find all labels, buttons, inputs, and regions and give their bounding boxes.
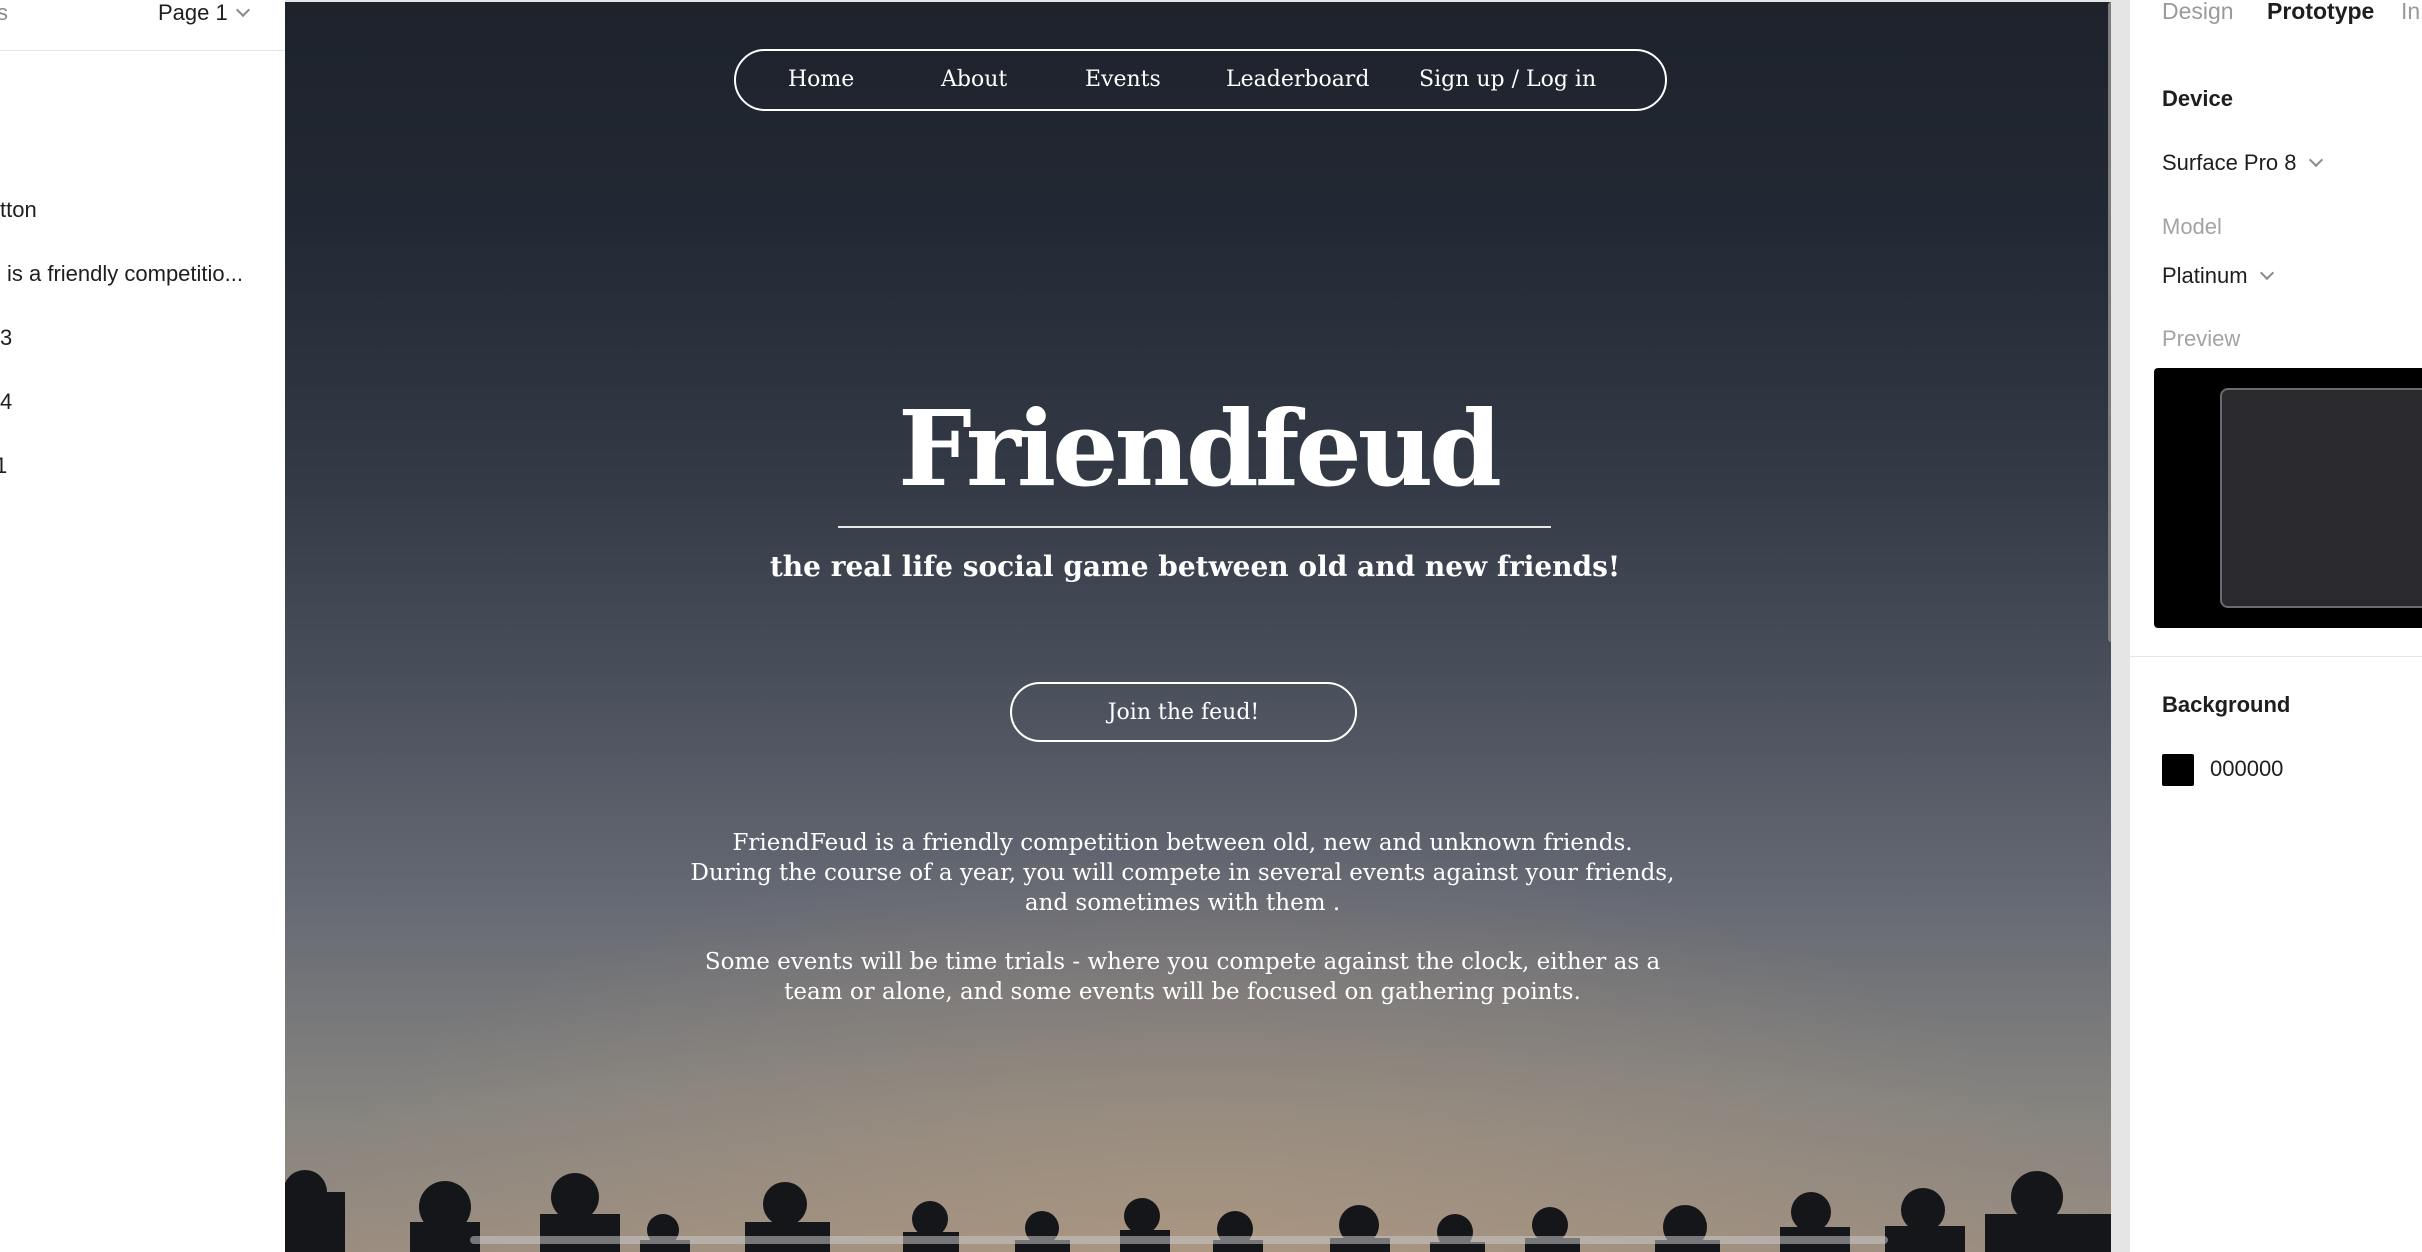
layers-header: s Page 1 — [0, 0, 285, 51]
model-dropdown[interactable]: Platinum — [2162, 263, 2274, 289]
description-line: During the course of a year, you will co… — [690, 860, 1675, 886]
hero-title: Friendfeud — [897, 387, 1502, 510]
tab-assets-partial[interactable]: s — [0, 0, 8, 26]
panel-tabs: Design Prototype In — [2130, 0, 2422, 50]
hero-divider — [838, 526, 1551, 528]
description-line: FriendFeud is a friendly competition bet… — [732, 830, 1633, 856]
device-preview — [2154, 368, 2422, 628]
layer-item[interactable]: 4 — [0, 389, 12, 415]
layer-item[interactable]: is a friendly competitio... — [7, 261, 243, 287]
device-preview-frame — [2220, 388, 2422, 608]
section-divider — [2130, 656, 2422, 657]
model-label: Model — [2162, 214, 2222, 239]
model-dropdown-value: Platinum — [2162, 263, 2248, 288]
description-line: and sometimes with them . — [1024, 890, 1341, 916]
page-selector-label: Page 1 — [158, 0, 228, 25]
tab-prototype[interactable]: Prototype — [2267, 0, 2374, 25]
canvas[interactable]: Home About Events Leaderboard Sign up / … — [285, 0, 2130, 1252]
nav-link-home[interactable]: Home — [788, 67, 854, 92]
preview-label: Preview — [2162, 326, 2241, 351]
nav-link-signup-login[interactable]: Sign up / Log in — [1419, 67, 1596, 92]
hero-subtitle: the real life social game between old an… — [769, 550, 1621, 583]
join-feud-button[interactable]: Join the feud! — [1010, 682, 1357, 742]
layer-item[interactable]: 1 — [0, 453, 7, 479]
nav-link-leaderboard[interactable]: Leaderboard — [1226, 67, 1369, 92]
chevron-down-icon — [2259, 265, 2274, 281]
nav-link-about[interactable]: About — [941, 67, 1007, 92]
top-navigation: Home About Events Leaderboard Sign up / … — [734, 49, 1667, 111]
background-section-title: Background — [2162, 692, 2291, 717]
canvas-gutter — [2111, 0, 2130, 1252]
device-section-title: Device — [2162, 86, 2233, 111]
tab-design[interactable]: Design — [2162, 0, 2234, 25]
nav-link-events[interactable]: Events — [1085, 67, 1161, 92]
tab-inspect[interactable]: In — [2401, 0, 2420, 25]
background-color-value[interactable]: 000000 — [2210, 756, 2283, 782]
description-line: Some events will be time trials - where … — [704, 949, 1661, 975]
description-line: team or alone, and some events will be f… — [784, 979, 1581, 1005]
layers-panel: s Page 1 tton is a friendly competitio..… — [0, 0, 285, 1252]
horizontal-scrollbar[interactable] — [470, 1236, 1888, 1244]
chevron-down-icon — [2308, 152, 2323, 168]
layer-item[interactable]: tton — [0, 197, 37, 223]
device-dropdown[interactable]: Surface Pro 8 — [2162, 150, 2323, 176]
page-selector[interactable]: Page 1 — [158, 0, 250, 26]
layer-item[interactable]: 3 — [0, 325, 12, 351]
prototype-frame[interactable]: Home About Events Leaderboard Sign up / … — [285, 2, 2111, 1252]
device-dropdown-value: Surface Pro 8 — [2162, 150, 2297, 175]
chevron-down-icon — [235, 2, 250, 18]
background-color-swatch[interactable] — [2162, 754, 2194, 786]
properties-panel: Design Prototype In Device Surface Pro 8… — [2130, 0, 2422, 1252]
